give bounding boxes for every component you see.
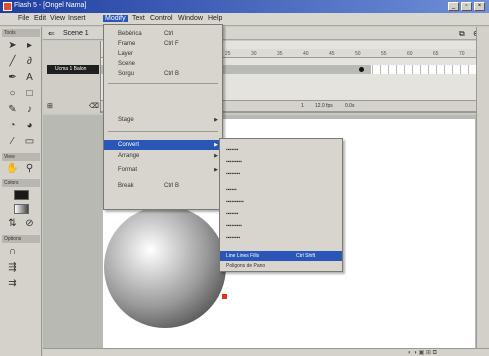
status-icons: ◐ ◑ ▣ ⊞ ⧉ xyxy=(408,350,437,356)
menu-file[interactable]: File xyxy=(18,15,29,22)
menu-window[interactable]: Window xyxy=(178,15,203,22)
close-button[interactable]: × xyxy=(474,2,485,11)
submenu-item[interactable]: ▪▪▪▪▪▪▪▪▪ xyxy=(220,157,342,167)
ruler-tick-label: 25 xyxy=(225,51,231,57)
add-layer-icon[interactable]: ⊞ xyxy=(47,102,53,110)
submenu-item[interactable]: ▪▪▪▪▪▪ xyxy=(220,185,342,195)
pen-tool-icon[interactable]: ✒ xyxy=(5,71,20,85)
eraser-tool-icon[interactable]: ▭ xyxy=(22,135,37,149)
menu-item-2[interactable]: Layer xyxy=(104,49,222,59)
hand-tool-icon[interactable]: ✋ xyxy=(5,162,20,176)
options-section-label: Options xyxy=(2,235,40,243)
window-title: Flash 5 - [Ongel Nama] xyxy=(14,2,87,9)
ruler-tick-label: 60 xyxy=(407,51,413,57)
submenu-arrow-icon: ▶ xyxy=(214,117,218,123)
no-color-icon[interactable]: ⊘ xyxy=(22,217,37,231)
layer-panel: Ucma 1 Balon ⊞ ⌫ xyxy=(43,41,101,113)
lasso-tool-icon[interactable]: ∂ xyxy=(22,55,37,69)
scene-back-icon[interactable]: ⇐ xyxy=(48,29,55,38)
menu-separator xyxy=(108,131,218,132)
subselect-tool-icon[interactable]: ▸ xyxy=(22,39,37,53)
menu-item-break[interactable]: Break Ctrl B xyxy=(104,181,222,191)
submenu-item[interactable]: ▪▪▪▪▪▪▪▪▪▪ xyxy=(220,197,342,207)
menu-item-format[interactable]: Format ▶ xyxy=(104,165,222,175)
frame-rate: 12.0 fps xyxy=(315,103,333,109)
submenu-item-last[interactable]: Poligons de Pano xyxy=(220,261,342,271)
pencil-tool-icon[interactable]: ✎ xyxy=(5,103,20,117)
dropper-tool-icon[interactable]: ⁄ xyxy=(5,135,20,149)
modify-menu-dropdown: Bebérica Ctrl Frame Ctrl F Layer Scene Sor… xyxy=(103,24,223,210)
ruler-tick-label: 45 xyxy=(329,51,335,57)
convert-submenu: ▪▪▪▪▪▪▪ ▪▪▪▪▪▪▪▪▪ ▪▪▪▪▪▪▪▪ ▪▪▪▪▪▪ ▪▪▪▪▪▪… xyxy=(219,138,343,272)
submenu-item[interactable]: ▪▪▪▪▪▪▪▪ xyxy=(220,233,342,243)
fill-color-swatch[interactable] xyxy=(14,204,29,214)
maximize-button[interactable]: ▫ xyxy=(461,2,472,11)
menu-control[interactable]: Control xyxy=(150,15,173,22)
submenu-item[interactable]: ▪▪▪▪▪▪▪ xyxy=(220,145,342,155)
ruler-tick-label: 40 xyxy=(303,51,309,57)
menu-separator xyxy=(108,83,218,84)
magnet-option-icon[interactable]: ∩ xyxy=(5,245,20,259)
submenu-item[interactable]: ▪▪▪▪▪▪▪ xyxy=(220,209,342,219)
submenu-arrow-icon: ▶ xyxy=(214,167,218,173)
straighten-option-icon[interactable]: ⇉ xyxy=(5,277,20,291)
menu-item-3[interactable]: Scene xyxy=(104,59,222,69)
ruler-tick-label: 50 xyxy=(355,51,361,57)
edit-scene-icon[interactable]: ⧉ xyxy=(459,29,465,39)
gradient-sphere[interactable] xyxy=(104,206,226,328)
menu-modify[interactable]: Modify xyxy=(103,15,128,22)
line-tool-icon[interactable]: ╱ xyxy=(5,55,20,69)
brush-tool-icon[interactable]: ♪ xyxy=(22,103,37,117)
menu-item-arrange[interactable]: Arrange ▶ xyxy=(104,151,222,161)
menu-item-1[interactable]: Frame Ctrl F xyxy=(104,39,222,49)
swap-colors-icon[interactable]: ⇅ xyxy=(5,217,20,231)
colors-section-label: Colors xyxy=(2,179,40,187)
ruler-tick-label: 35 xyxy=(277,51,283,57)
menu-item-stage[interactable]: Stage ▶ xyxy=(104,115,222,125)
title-bar: Flash 5 - [Ongel Nama] _ ▫ × xyxy=(0,0,489,13)
zoom-tool-icon[interactable]: ⚲ xyxy=(22,162,37,176)
menu-item-convert[interactable]: Convert ▶ xyxy=(104,140,222,150)
menu-edit[interactable]: Edit xyxy=(34,15,46,22)
ink-bottle-tool-icon[interactable]: ◔ xyxy=(5,119,20,133)
delete-layer-icon[interactable]: ⌫ xyxy=(89,102,99,110)
menu-item-0[interactable]: Bebérica Ctrl xyxy=(104,29,222,39)
scene-label[interactable]: Scene 1 xyxy=(63,30,89,37)
menu-text[interactable]: Text xyxy=(132,15,145,22)
view-section-label: View xyxy=(2,153,40,161)
menu-insert[interactable]: Insert xyxy=(68,15,86,22)
ruler-tick-label: 70 xyxy=(459,51,465,57)
rectangle-tool-icon[interactable]: □ xyxy=(22,87,37,101)
text-tool-icon[interactable]: A xyxy=(22,71,37,85)
tools-section-label: Tools xyxy=(2,29,40,37)
minimize-button[interactable]: _ xyxy=(448,2,459,11)
submenu-arrow-icon: ▶ xyxy=(214,153,218,159)
menu-bar: File Edit View Insert Modify Text Contro… xyxy=(0,13,489,26)
submenu-item[interactable]: ▪▪▪▪▪▪▪▪▪ xyxy=(220,221,342,231)
submenu-arrow-icon: ▶ xyxy=(214,142,218,148)
right-panel xyxy=(476,27,489,348)
arrow-tool-icon[interactable]: ➤ xyxy=(5,39,20,53)
submenu-item[interactable]: ▪▪▪▪▪▪▪▪ xyxy=(220,169,342,179)
stroke-color-swatch[interactable] xyxy=(14,190,29,200)
layer-row[interactable]: Ucma 1 Balon xyxy=(47,65,99,74)
elapsed-time: 0.0s xyxy=(345,103,355,109)
current-frame: 1 xyxy=(301,103,304,109)
menu-view[interactable]: View xyxy=(50,15,65,22)
selection-point-marker[interactable] xyxy=(222,294,227,299)
smooth-option-icon[interactable]: ⇶ xyxy=(5,261,20,275)
keyframe-marker[interactable] xyxy=(358,67,364,72)
ruler-tick-label: 55 xyxy=(381,51,387,57)
toolbox: Tools ➤ ▸ ╱ ∂ ✒ A ○ □ ✎ ♪ ◔ ◕ ⁄ ▭ View ✋… xyxy=(0,27,42,356)
ruler-tick-label: 65 xyxy=(433,51,439,57)
menu-item-4[interactable]: Sorgu Ctrl B xyxy=(104,69,222,79)
oval-tool-icon[interactable]: ○ xyxy=(5,87,20,101)
menu-help[interactable]: Help xyxy=(208,15,222,22)
submenu-item-highlighted[interactable]: Line Lines Fills Ctrl Shift xyxy=(220,251,342,261)
app-icon xyxy=(3,2,12,11)
paint-bucket-tool-icon[interactable]: ◕ xyxy=(22,119,37,133)
ruler-tick-label: 30 xyxy=(251,51,257,57)
